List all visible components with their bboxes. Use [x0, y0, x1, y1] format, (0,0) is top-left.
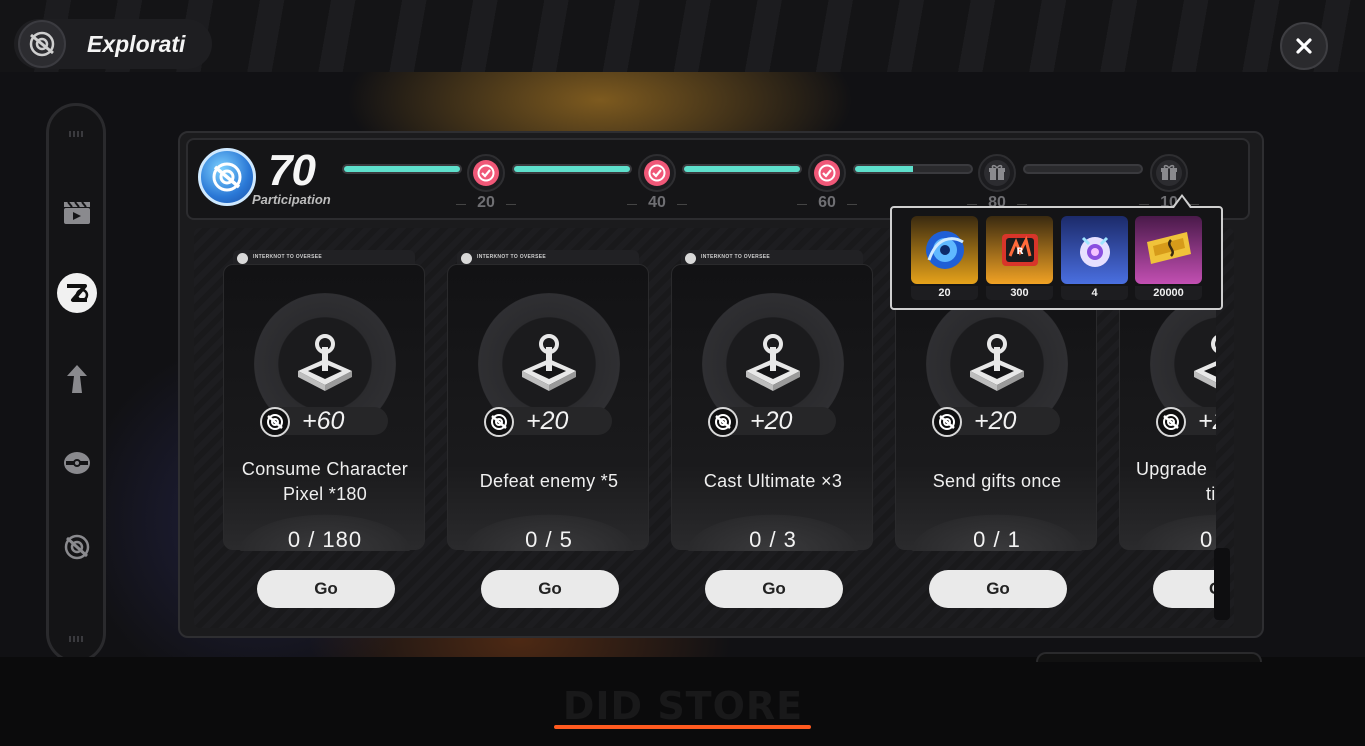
task-description: Cast Ultimate ×3 [703, 471, 843, 491]
participation-token-icon [484, 407, 514, 437]
gold-ticket-icon [1135, 216, 1202, 284]
bangboo-face-icon [64, 452, 90, 474]
hunter-chip-icon: R [986, 216, 1053, 284]
reward-qty: 4 [1061, 286, 1128, 300]
task-reward: +2 [1198, 407, 1216, 435]
blue-polychrome-icon [911, 216, 978, 284]
sidebar-item-bangboo[interactable] [57, 443, 97, 483]
card-tag: INTERKNOT TO OVERSEE [477, 254, 546, 260]
go-button[interactable]: Go [481, 570, 619, 608]
progress-segment-4 [853, 164, 973, 174]
task-description: Upgrade ti [1136, 459, 1216, 504]
reward-qty: 20 [911, 286, 978, 300]
task-progress: 0 [1200, 527, 1214, 550]
task-description: Defeat enemy *5 [479, 471, 619, 491]
progress-segment-1 [342, 164, 462, 174]
milestone-label: 40 [627, 194, 687, 212]
close-button[interactable] [1280, 22, 1328, 70]
task-description: Send gifts once [932, 471, 1062, 491]
go-button[interactable]: Go [929, 570, 1067, 608]
sidebar-item-upgrade[interactable] [57, 359, 97, 399]
task-card: INTERKNOT TO OVERSEE +20 Defeat enemy *5… [447, 250, 650, 552]
reward-item[interactable]: 4 [1061, 216, 1128, 302]
participation-token-icon [932, 407, 962, 437]
go-button[interactable]: Go [257, 570, 395, 608]
card-tag: INTERKNOT TO OVERSEE [253, 254, 322, 260]
task-reward: +20 [974, 407, 1017, 435]
scrollbar[interactable] [1214, 548, 1230, 620]
task-reward: +20 [750, 407, 793, 435]
reward-item[interactable]: 20000 [1135, 216, 1202, 302]
close-x-icon [1296, 38, 1312, 54]
check-circle-icon [477, 164, 495, 182]
milestone-node-locked[interactable] [1150, 154, 1188, 192]
sidebar-item-radar[interactable] [57, 527, 97, 567]
participation-label: Participation [252, 192, 331, 207]
gift-icon [1161, 164, 1177, 180]
sidebar-bottom-grip [69, 636, 83, 642]
card-body: +20 Defeat enemy *5 0 / 5 [447, 264, 650, 552]
radar-target-icon [18, 20, 66, 68]
no-radar-icon [64, 534, 90, 560]
participation-value: 70 [268, 146, 316, 195]
tag-icon [461, 253, 472, 264]
milestone-label: 60 [797, 194, 857, 212]
progress-segment-2 [512, 164, 632, 174]
bottom-right-tab [1036, 652, 1262, 662]
sidebar-item-clapperboard[interactable] [57, 192, 97, 232]
progress-segment-5 [1023, 164, 1143, 174]
clapperboard-icon [64, 201, 90, 224]
svg-text:R: R [1016, 247, 1023, 257]
tag-icon [237, 253, 248, 264]
zenless-z-icon [67, 284, 89, 302]
sidebar-item-zenless[interactable] [57, 273, 97, 313]
milestone-label: 20 [456, 194, 516, 212]
joystick-icon [514, 327, 584, 397]
task-progress: 0 / 5 [525, 527, 573, 552]
joystick-icon [290, 327, 360, 397]
bottom-tab-label[interactable]: DID STORE [548, 684, 818, 728]
task-card: INTERKNOT TO OVERSEE +20 Cast Ultimate ×… [671, 250, 874, 552]
reward-qty: 300 [986, 286, 1053, 300]
active-tab-indicator [554, 725, 811, 729]
task-progress: 0 / 1 [973, 527, 1021, 552]
joystick-icon [1186, 327, 1216, 397]
gift-icon [989, 164, 1005, 180]
joystick-icon [738, 327, 808, 397]
page-title: Explorati [87, 31, 186, 57]
task-card: INTERKNOT TO OVERSEE +60 Consume Charact… [223, 250, 426, 552]
milestone-node-locked[interactable] [978, 154, 1016, 192]
joystick-icon [962, 327, 1032, 397]
sidebar [46, 103, 106, 663]
milestone-node-claimed[interactable] [808, 154, 846, 192]
task-progress: 0 / 3 [749, 527, 797, 552]
sidebar-top-grip [69, 131, 83, 137]
purple-orb-icon [1061, 216, 1128, 284]
participation-token-icon [708, 407, 738, 437]
task-reward: +20 [526, 407, 569, 435]
go-button[interactable]: Go [705, 570, 843, 608]
check-circle-icon [818, 164, 836, 182]
participation-token-icon [1156, 407, 1186, 437]
participation-icon [198, 148, 256, 206]
task-description: Consume Character Pixel *180 [241, 459, 409, 504]
participation-token-icon [260, 407, 290, 437]
card-body: +20 Cast Ultimate ×3 0 / 3 [671, 264, 874, 552]
upgrade-arrow-icon [67, 365, 87, 393]
task-reward: +60 [302, 407, 345, 435]
reward-qty: 20000 [1135, 286, 1202, 300]
tag-icon [685, 253, 696, 264]
card-body: +60 Consume Character Pixel *180 0 / 180 [223, 264, 426, 552]
reward-item[interactable]: 20 [911, 216, 978, 302]
card-tag: INTERKNOT TO OVERSEE [701, 254, 770, 260]
reward-item[interactable]: R 300 [986, 216, 1053, 302]
milestone-node-claimed[interactable] [467, 154, 505, 192]
progress-segment-3 [682, 164, 802, 174]
milestone-node-claimed[interactable] [638, 154, 676, 192]
go-button[interactable]: G [1153, 570, 1216, 608]
task-progress: 0 / 180 [287, 527, 363, 552]
check-circle-icon [648, 164, 666, 182]
